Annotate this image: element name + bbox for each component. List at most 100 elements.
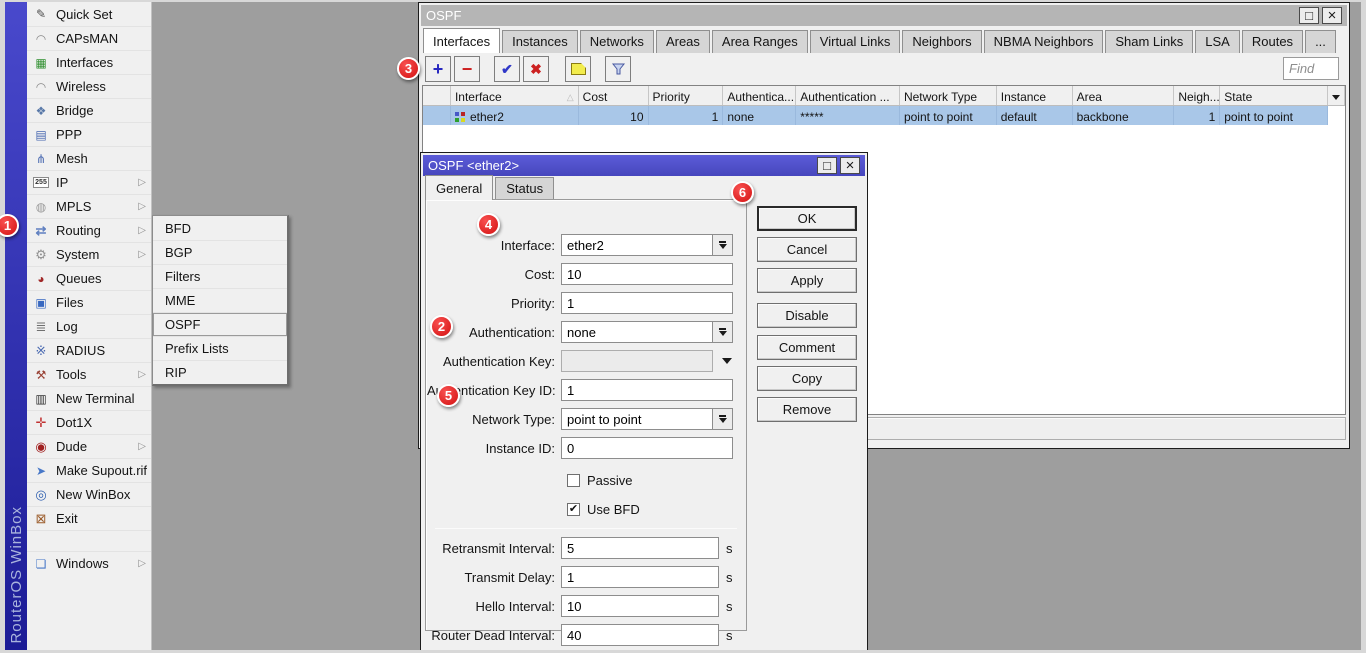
enable-button[interactable]: ✔ [494, 56, 520, 82]
sidebar-item-quick-set[interactable]: ✎Quick Set [27, 2, 151, 26]
add-button[interactable]: + [425, 56, 451, 82]
column-network-type[interactable]: Network Type [900, 86, 997, 105]
use-bfd-checkbox[interactable]: ✔ [567, 503, 580, 516]
tab-routes[interactable]: Routes [1242, 30, 1303, 53]
tab-sham-links[interactable]: Sham Links [1105, 30, 1193, 53]
apply-button[interactable]: Apply [757, 268, 857, 293]
disable-button[interactable]: ✖ [523, 56, 549, 82]
column-select[interactable] [423, 86, 451, 105]
sidebar-item-dude[interactable]: ◉Dude▷ [27, 434, 151, 458]
remove-button[interactable]: Remove [757, 397, 857, 422]
disable-action-button[interactable]: Disable [757, 303, 857, 328]
sidebar-item-wireless[interactable]: ◠Wireless [27, 74, 151, 98]
column-cost[interactable]: Cost [579, 86, 649, 105]
submenu-item-ospf[interactable]: OSPF [153, 312, 287, 336]
sidebar-item-ppp[interactable]: ▤PPP [27, 122, 151, 146]
tab-lsa[interactable]: LSA [1195, 30, 1240, 53]
column-interface[interactable]: Interface△ [451, 86, 579, 105]
tab-more[interactable]: ... [1305, 30, 1336, 53]
cell-select[interactable] [423, 106, 451, 125]
sidebar-item-radius[interactable]: ※RADIUS [27, 338, 151, 362]
column-options-caret[interactable] [1328, 86, 1345, 105]
column-priority[interactable]: Priority [649, 86, 724, 105]
ok-button[interactable]: OK [757, 206, 857, 231]
cell-cost[interactable]: 10 [579, 106, 649, 125]
cell-instance[interactable]: default [997, 106, 1073, 125]
router-dead-interval-field[interactable] [561, 624, 719, 646]
column-area[interactable]: Area [1073, 86, 1175, 105]
cell-state[interactable]: point to point [1220, 106, 1328, 125]
interface-dropdown-button[interactable] [713, 234, 733, 256]
sidebar-item-new-terminal[interactable]: ▥New Terminal [27, 386, 151, 410]
sidebar-item-log[interactable]: ≣Log [27, 314, 151, 338]
table-row-ether2[interactable]: ether2 10 1 none ***** point to point de… [423, 106, 1345, 125]
ospf-window-titlebar[interactable]: OSPF □ × [421, 5, 1347, 26]
cancel-button[interactable]: Cancel [757, 237, 857, 262]
sidebar-item-dot1x[interactable]: ✛Dot1X [27, 410, 151, 434]
instance-id-field[interactable] [561, 437, 733, 459]
tab-general[interactable]: General [425, 175, 493, 200]
dialog-titlebar[interactable]: OSPF <ether2> □ × [423, 155, 865, 176]
network-type-dropdown-button[interactable] [713, 408, 733, 430]
network-type-field[interactable] [561, 408, 713, 430]
sidebar-item-tools[interactable]: ⚒Tools▷ [27, 362, 151, 386]
sidebar-item-exit[interactable]: ⊠Exit [27, 506, 151, 530]
sidebar-item-new-winbox[interactable]: ◎New WinBox [27, 482, 151, 506]
priority-field[interactable] [561, 292, 733, 314]
sidebar-item-windows[interactable]: ❏Windows▷ [27, 551, 151, 575]
cell-authentication[interactable]: none [723, 106, 796, 125]
sidebar-item-files[interactable]: ▣Files [27, 290, 151, 314]
dialog-close-button[interactable]: × [840, 157, 860, 174]
sidebar-item-mpls[interactable]: ◍MPLS▷ [27, 194, 151, 218]
cell-neighbors[interactable]: 1 [1174, 106, 1220, 125]
sidebar-item-capsman[interactable]: ◠CAPsMAN [27, 26, 151, 50]
column-instance[interactable]: Instance [997, 86, 1073, 105]
find-input[interactable] [1283, 57, 1339, 80]
sidebar-item-bridge[interactable]: ❖Bridge [27, 98, 151, 122]
cell-priority[interactable]: 1 [649, 106, 724, 125]
comment-button[interactable] [565, 56, 591, 82]
retransmit-interval-field[interactable] [561, 537, 719, 559]
dialog-maximize-button[interactable]: □ [817, 157, 837, 174]
copy-button[interactable]: Copy [757, 366, 857, 391]
submenu-item-bgp[interactable]: BGP [153, 240, 287, 264]
tab-areas[interactable]: Areas [656, 30, 710, 53]
tab-instances[interactable]: Instances [502, 30, 578, 53]
tab-neighbors[interactable]: Neighbors [902, 30, 981, 53]
sidebar-item-queues[interactable]: ◕Queues [27, 266, 151, 290]
submenu-item-prefix-lists[interactable]: Prefix Lists [153, 336, 287, 360]
sidebar-item-make-supout[interactable]: ➤Make Supout.rif [27, 458, 151, 482]
authentication-key-id-field[interactable] [561, 379, 733, 401]
authentication-dropdown-button[interactable] [713, 321, 733, 343]
tab-status[interactable]: Status [495, 177, 554, 200]
tab-nbma-neighbors[interactable]: NBMA Neighbors [984, 30, 1104, 53]
authentication-key-caret-icon[interactable] [722, 358, 732, 364]
submenu-item-filters[interactable]: Filters [153, 264, 287, 288]
column-state[interactable]: State [1220, 86, 1328, 105]
sidebar-item-routing[interactable]: ⇄Routing▷ [27, 218, 151, 242]
column-authentication-key[interactable]: Authentication ... [796, 86, 900, 105]
sidebar-item-ip[interactable]: 255IP▷ [27, 170, 151, 194]
passive-checkbox[interactable] [567, 474, 580, 487]
hello-interval-field[interactable] [561, 595, 719, 617]
tab-area-ranges[interactable]: Area Ranges [712, 30, 808, 53]
submenu-item-bfd[interactable]: BFD [153, 216, 287, 240]
tab-interfaces[interactable]: Interfaces [423, 28, 500, 53]
remove-item-button[interactable]: − [454, 56, 480, 82]
maximize-button[interactable]: □ [1299, 7, 1319, 24]
cell-interface[interactable]: ether2 [451, 106, 579, 125]
column-authentication[interactable]: Authentica... [723, 86, 796, 105]
submenu-item-mme[interactable]: MME [153, 288, 287, 312]
interface-field[interactable] [561, 234, 713, 256]
authentication-field[interactable] [561, 321, 713, 343]
close-button[interactable]: × [1322, 7, 1342, 24]
tab-networks[interactable]: Networks [580, 30, 654, 53]
comment-action-button[interactable]: Comment [757, 335, 857, 360]
cell-authentication-key[interactable]: ***** [796, 106, 900, 125]
sidebar-item-mesh[interactable]: ⋔Mesh [27, 146, 151, 170]
sidebar-item-interfaces[interactable]: ▦Interfaces [27, 50, 151, 74]
cell-network-type[interactable]: point to point [900, 106, 997, 125]
column-neighbors[interactable]: Neigh... [1174, 86, 1220, 105]
submenu-item-rip[interactable]: RIP [153, 360, 287, 384]
cell-area[interactable]: backbone [1073, 106, 1175, 125]
